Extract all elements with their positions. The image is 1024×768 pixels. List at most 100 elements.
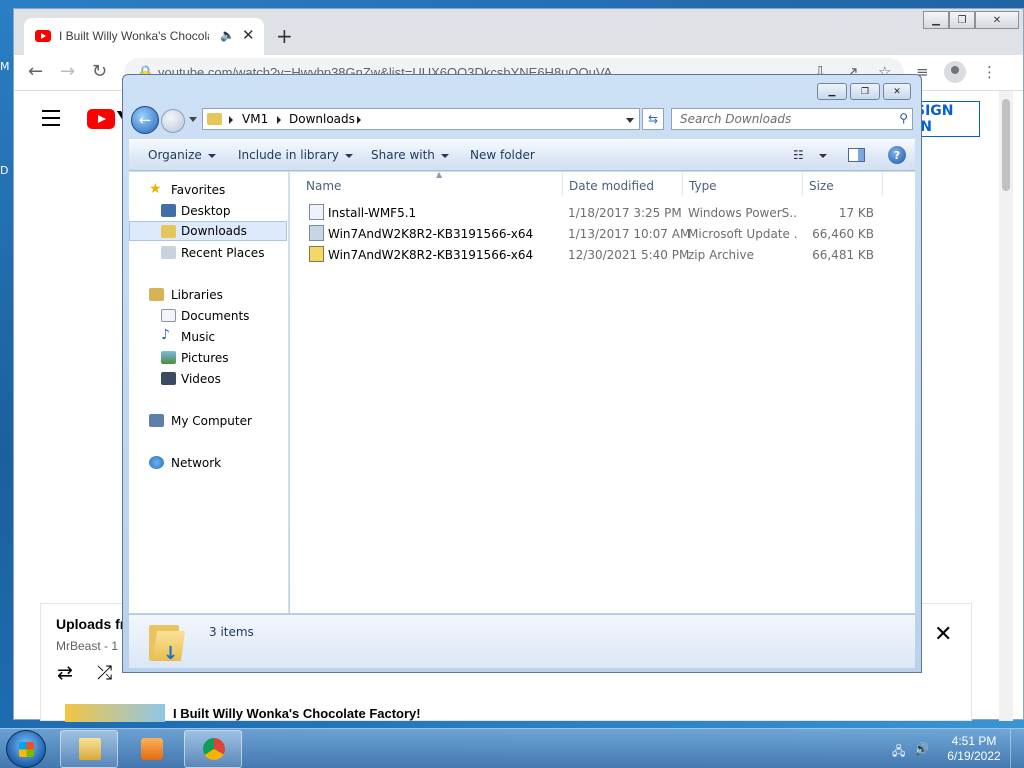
close-button[interactable]: ✕ [883,83,911,100]
column-header-date[interactable]: Date modified [563,172,683,196]
nav-desktop[interactable]: Desktop [129,201,287,221]
back-button[interactable]: ← [131,106,159,134]
nav-my-computer[interactable]: My Computer [129,411,287,431]
playlist-channel[interactable]: MrBeast - 1 [56,639,118,653]
volume-tray-icon[interactable]: 🔊 [914,742,929,756]
command-bar: Organize Include in library Share with N… [129,139,915,171]
refresh-button[interactable]: ⇆ [642,108,664,130]
breadcrumb-arrow-icon[interactable] [357,116,361,124]
reload-icon[interactable]: ↻ [92,61,107,82]
network-icon [149,456,164,469]
hamburger-menu-icon[interactable] [42,110,60,131]
new-folder-button[interactable]: New folder [470,148,535,162]
desktop-letter: M [0,60,10,73]
forward-button[interactable] [161,109,185,133]
column-header-size[interactable]: Size [803,172,883,196]
minimize-button[interactable]: ▁ [923,11,949,29]
folder-icon [207,113,222,125]
taskbar-chrome-button[interactable] [184,730,242,768]
nav-videos[interactable]: Videos [129,369,287,389]
video-thumbnail[interactable] [65,704,165,722]
taskbar-explorer-button[interactable] [60,730,118,768]
scroll-thumb[interactable] [1002,99,1010,191]
shuffle-icon[interactable]: ⤮ [97,662,112,684]
item-count: 3 items [209,625,254,639]
preview-pane-icon[interactable] [848,148,865,162]
clock-date: 6/19/2022 [947,749,1001,763]
sort-ascending-icon: ▲ [436,170,443,179]
search-placeholder: Search Downloads [680,112,792,126]
minimize-button[interactable]: ▁ [817,83,847,100]
profile-avatar-icon[interactable] [944,61,966,83]
address-bar[interactable]: VM1 Downloads [202,108,640,130]
loop-icon[interactable]: ⇄ [57,662,73,684]
explorer-window-controls: ▁ ❐ ✕ [817,83,911,100]
file-row[interactable]: Win7AndW2K8R2-KB3191566-x64 12/30/2021 5… [290,244,910,265]
help-icon[interactable]: ? [888,146,906,164]
view-options-icon[interactable]: ☷ [793,148,804,162]
youtube-logo-icon[interactable] [87,109,115,129]
recent-places-icon [161,246,176,259]
nav-music[interactable]: ♪ Music [129,327,287,347]
computer-icon [149,414,164,427]
media-player-icon [141,738,163,760]
network-tray-icon[interactable]: 🖧 [892,742,905,763]
file-row[interactable]: Win7AndW2K8R2-KB3191566-x64 1/13/2017 10… [290,223,910,244]
documents-icon [161,309,176,322]
nav-downloads[interactable]: Downloads [129,221,287,241]
recent-pages-dropdown[interactable] [189,117,197,122]
menu-kebab-icon[interactable]: ⋮ [982,63,997,81]
nav-libraries[interactable]: Libraries [129,285,287,305]
search-input[interactable]: Search Downloads ⚲ [671,108,913,130]
explorer-window: ▁ ❐ ✕ ← VM1 Downloads ⇆ Search Downloads… [122,74,922,673]
playlist-title[interactable]: Uploads fr [56,616,125,632]
view-dropdown-icon[interactable] [819,154,827,158]
update-package-icon [309,225,324,241]
restore-button[interactable]: ❐ [949,11,975,29]
close-window-button[interactable]: ✕ [975,11,1019,29]
close-playlist-icon[interactable]: ✕ [934,622,952,647]
nav-pictures[interactable]: Pictures [129,348,287,368]
details-pane: ↓ 3 items [129,614,915,668]
include-in-library-menu[interactable]: Include in library [238,148,353,162]
search-icon[interactable]: ⚲ [899,111,908,125]
browser-tab[interactable]: I Built Willy Wonka's Chocolate Factory!… [24,18,264,55]
close-tab-icon[interactable]: ✕ [242,26,255,44]
page-scrollbar[interactable] [999,91,1013,721]
new-tab-button[interactable]: + [276,24,293,48]
breadcrumb-arrow-icon[interactable] [277,116,281,124]
zip-archive-icon [309,246,324,262]
breadcrumb-downloads[interactable]: Downloads [289,112,355,126]
address-dropdown-icon[interactable] [626,118,634,123]
back-arrow-icon[interactable]: ← [28,61,43,82]
forward-arrow-icon[interactable]: → [60,61,75,82]
clock-time: 4:51 PM [951,734,997,748]
star-icon: ★ [149,181,162,197]
maximize-button[interactable]: ❐ [850,83,880,100]
taskbar: 🖧 🔊 4:51 PM 6/19/2022 [0,728,1024,768]
nav-favorites[interactable]: ★ Favorites [129,180,287,200]
tab-title: I Built Willy Wonka's Chocolate Factory! [59,29,209,43]
start-button-icon[interactable] [6,730,46,768]
speaker-icon[interactable]: 🔈 [220,28,235,42]
column-header-type[interactable]: Type [683,172,803,196]
taskbar-media-player-button[interactable] [122,730,180,768]
column-header-name[interactable]: Name ▲ [300,170,563,196]
nav-network[interactable]: Network [129,453,287,473]
file-row[interactable]: Install-WMF5.1 1/18/2017 3:25 PM Windows… [290,202,910,223]
show-desktop-button[interactable] [1010,729,1024,768]
breadcrumb-vm1[interactable]: VM1 [242,112,268,126]
playlist-item-title[interactable]: I Built Willy Wonka's Chocolate Factory! [173,706,421,721]
file-list: Name ▲ Date modified Type Size Install-W… [290,170,915,613]
desktop-letter: D [0,164,9,177]
system-clock[interactable]: 4:51 PM 6/19/2022 [945,734,1003,764]
organize-menu[interactable]: Organize [148,148,216,162]
pictures-icon [161,351,176,364]
nav-recent-places[interactable]: Recent Places [129,243,287,263]
chrome-icon [203,738,225,760]
breadcrumb-arrow-icon[interactable] [229,116,233,124]
share-with-menu[interactable]: Share with [371,148,449,162]
sign-in-button[interactable]: SIGN IN [914,101,980,137]
nav-documents[interactable]: Documents [129,306,287,326]
window-controls: ▁ ❐ ✕ [923,11,1019,29]
